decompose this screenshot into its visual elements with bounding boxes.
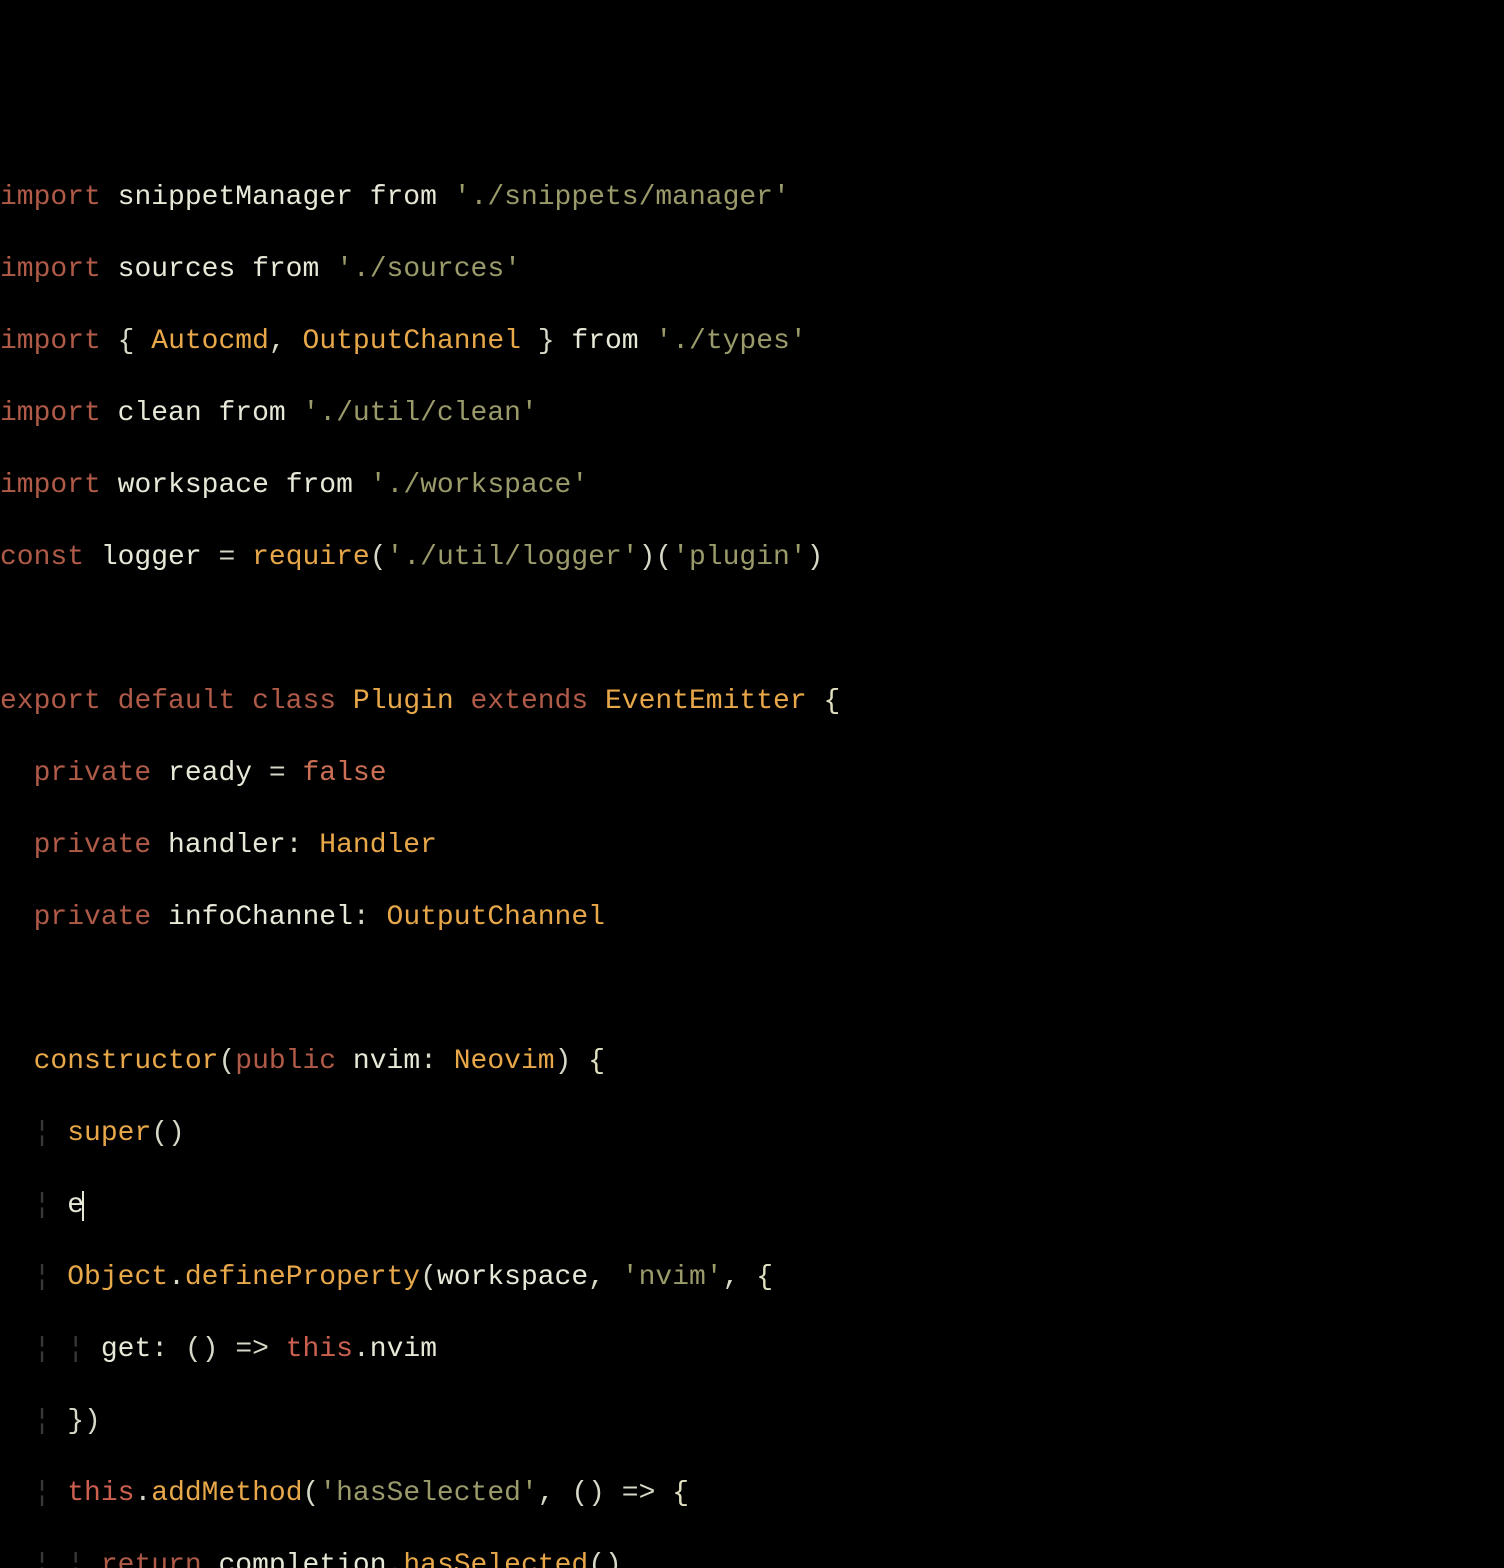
code-line: export default class Plugin extends Even…: [0, 684, 1504, 720]
keyword-import: import: [0, 254, 101, 285]
indent-guide: ¦: [67, 1334, 84, 1365]
code-line: private handler: Handler: [0, 828, 1504, 864]
keyword-const: const: [0, 542, 84, 573]
constructor: constructor: [34, 1046, 219, 1077]
indent-guide: ¦: [34, 1478, 51, 1509]
indent-guide: ¦: [34, 1406, 51, 1437]
keyword-private: private: [34, 902, 152, 933]
code-line: ¦ Object.defineProperty(workspace, 'nvim…: [0, 1260, 1504, 1296]
code-line: import snippetManager from './snippets/m…: [0, 180, 1504, 216]
indent-guide: ¦: [34, 1262, 51, 1293]
keyword-private: private: [34, 758, 152, 789]
text-cursor: [82, 1191, 84, 1221]
code-line: constructor(public nvim: Neovim) {: [0, 1044, 1504, 1080]
code-line: ¦ ¦ return completion.hasSelected(): [0, 1548, 1504, 1568]
code-line: [0, 612, 1504, 648]
code-line: import sources from './sources': [0, 252, 1504, 288]
code-line: private infoChannel: OutputChannel: [0, 900, 1504, 936]
code-line: ¦ e: [0, 1188, 1504, 1224]
keyword-export: export: [0, 686, 101, 717]
code-line: private ready = false: [0, 756, 1504, 792]
keyword-return: return: [101, 1550, 202, 1568]
code-line: const logger = require('./util/logger')(…: [0, 540, 1504, 576]
code-line: ¦ }): [0, 1404, 1504, 1440]
code-line: ¦ ¦ get: () => this.nvim: [0, 1332, 1504, 1368]
indent-guide: ¦: [34, 1190, 51, 1221]
keyword-import: import: [0, 470, 101, 501]
keyword-import: import: [0, 182, 101, 213]
code-line: import workspace from './workspace': [0, 468, 1504, 504]
code-editor[interactable]: import snippetManager from './snippets/m…: [0, 144, 1504, 1568]
indent-guide: ¦: [34, 1118, 51, 1149]
code-line: import { Autocmd, OutputChannel } from '…: [0, 324, 1504, 360]
keyword-import: import: [0, 326, 101, 357]
indent-guide: ¦: [34, 1334, 51, 1365]
indent-guide: ¦: [67, 1550, 84, 1568]
code-line: ¦ super(): [0, 1116, 1504, 1152]
keyword-private: private: [34, 830, 152, 861]
keyword-import: import: [0, 398, 101, 429]
code-line: import clean from './util/clean': [0, 396, 1504, 432]
indent-guide: ¦: [34, 1550, 51, 1568]
code-line: ¦ this.addMethod('hasSelected', () => {: [0, 1476, 1504, 1512]
code-line: [0, 972, 1504, 1008]
